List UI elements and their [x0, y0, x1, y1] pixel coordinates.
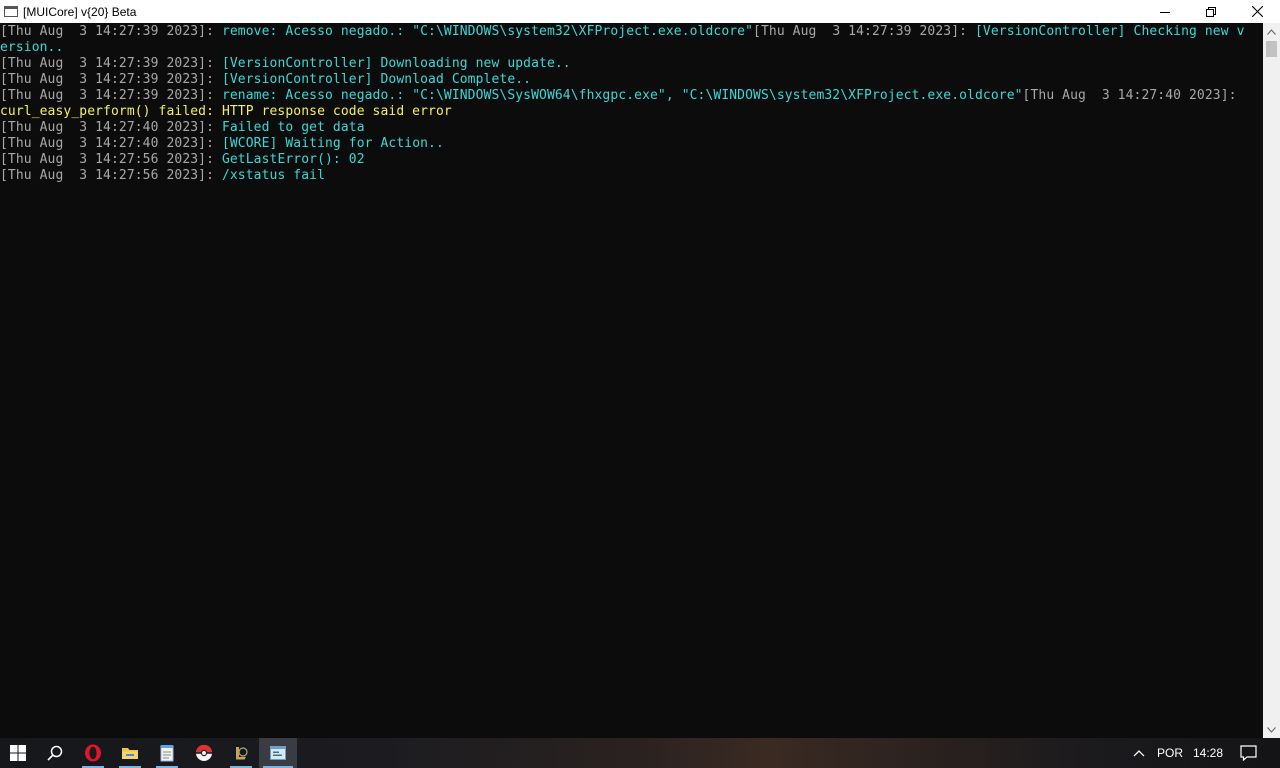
taskbar-notepad[interactable]	[148, 738, 186, 768]
console-line: [Thu Aug 3 14:27:39 2023]: remove: Acess…	[0, 24, 1245, 40]
taskbar-file-explorer[interactable]	[111, 738, 149, 768]
windows-logo-icon	[10, 745, 26, 761]
close-button[interactable]	[1234, 0, 1280, 23]
minimize-icon	[1160, 11, 1170, 13]
scrollbar-thumb[interactable]	[1266, 41, 1277, 57]
close-icon	[1251, 6, 1263, 17]
console-output[interactable]: [Thu Aug 3 14:27:39 2023]: remove: Acess…	[0, 23, 1263, 738]
log-timestamp: [Thu Aug 3 14:27:40 2023]:	[0, 136, 222, 151]
action-center-button[interactable]	[1232, 738, 1264, 768]
console-line: [Thu Aug 3 14:27:40 2023]: Failed to get…	[0, 120, 365, 136]
notepad-icon	[160, 745, 174, 762]
start-button[interactable]	[0, 738, 36, 768]
restore-icon	[1206, 6, 1216, 17]
log-message: remove: Acesso negado.: "C:\WINDOWS\syst…	[221, 24, 754, 39]
log-timestamp: [Thu Aug 3 14:27:39 2023]:	[0, 56, 222, 71]
console-line: [Thu Aug 3 14:27:39 2023]: rename: Acess…	[0, 88, 1237, 104]
console-line: [Thu Aug 3 14:27:56 2023]: /xstatus fail	[0, 168, 325, 184]
window-title: [MUICore] v{20} Beta	[23, 4, 137, 19]
scroll-down-arrow-icon[interactable]	[1263, 721, 1280, 738]
log-timestamp: [Thu Aug 3 14:27:39 2023]:	[0, 72, 222, 87]
taskbar-opera[interactable]	[74, 738, 112, 768]
chevron-up-icon	[1133, 750, 1145, 757]
search-button[interactable]	[36, 738, 74, 768]
log-message: [WCORE] Waiting for Action..	[221, 136, 444, 151]
notification-icon	[1239, 745, 1257, 761]
log-message: GetLastError(): 02	[221, 152, 365, 167]
log-error-text: curl_easy_perform() failed: HTTP respons…	[0, 104, 452, 119]
log-message: Failed to get data	[221, 120, 365, 135]
console-line: [Thu Aug 3 14:27:40 2023]: [WCORE] Waiti…	[0, 136, 444, 152]
log-timestamp: [Thu Aug 3 14:27:39 2023]:	[0, 24, 222, 39]
title-bar[interactable]: [MUICore] v{20} Beta	[0, 0, 1280, 23]
window-controls	[1142, 0, 1280, 23]
log-timestamp: [Thu Aug 3 14:27:56 2023]:	[0, 152, 222, 167]
log-timestamp: [Thu Aug 3 14:27:39 2023]:	[0, 88, 222, 103]
log-message: [VersionController] Downloading new upda…	[221, 56, 571, 71]
console-line: [Thu Aug 3 14:27:39 2023]: [VersionContr…	[0, 56, 571, 72]
console-line: curl_easy_perform() failed: HTTP respons…	[0, 104, 452, 120]
log-timestamp: [Thu Aug 3 14:27:40 2023]:	[1022, 88, 1237, 103]
opera-browser-icon	[85, 744, 101, 762]
pokeball-icon	[196, 745, 212, 761]
taskbar-console-window[interactable]	[259, 738, 297, 768]
log-timestamp: [Thu Aug 3 14:27:56 2023]:	[0, 168, 222, 183]
log-message: [VersionController] Checking new v	[975, 24, 1245, 39]
league-of-legends-icon	[233, 745, 249, 761]
log-timestamp: [Thu Aug 3 14:27:40 2023]:	[0, 120, 222, 135]
clock-time: 14:28	[1192, 746, 1224, 760]
console-app-icon	[4, 6, 18, 17]
language-label: POR	[1156, 746, 1183, 760]
minimize-button[interactable]	[1142, 0, 1188, 23]
restore-button[interactable]	[1188, 0, 1234, 23]
console-line: ersion..	[0, 40, 63, 56]
vertical-scrollbar[interactable]	[1263, 23, 1280, 738]
log-message: [VersionController] Download Complete..	[221, 72, 532, 87]
log-timestamp: [Thu Aug 3 14:27:39 2023]:	[753, 24, 975, 39]
search-icon	[47, 745, 63, 761]
folder-icon	[122, 748, 138, 759]
taskbar: POR 14:28	[0, 738, 1280, 768]
show-hidden-icons-button[interactable]	[1128, 738, 1150, 768]
log-message: ersion..	[0, 40, 64, 55]
console-line: [Thu Aug 3 14:27:39 2023]: [VersionContr…	[0, 72, 531, 88]
console-window-icon	[270, 746, 286, 760]
log-message: /xstatus fail	[221, 168, 325, 183]
console-line: [Thu Aug 3 14:27:56 2023]: GetLastError(…	[0, 152, 365, 168]
language-indicator[interactable]: POR	[1152, 738, 1188, 768]
taskbar-pokeball-app[interactable]	[185, 738, 223, 768]
scroll-up-arrow-icon[interactable]	[1263, 23, 1280, 40]
clock[interactable]: 14:28	[1188, 738, 1228, 768]
console-window: [MUICore] v{20} Beta [Thu Aug 3 14:27:39…	[0, 0, 1280, 738]
taskbar-league-app[interactable]	[222, 738, 260, 768]
log-message: rename: Acesso negado.: "C:\WINDOWS\SysW…	[221, 88, 1023, 103]
